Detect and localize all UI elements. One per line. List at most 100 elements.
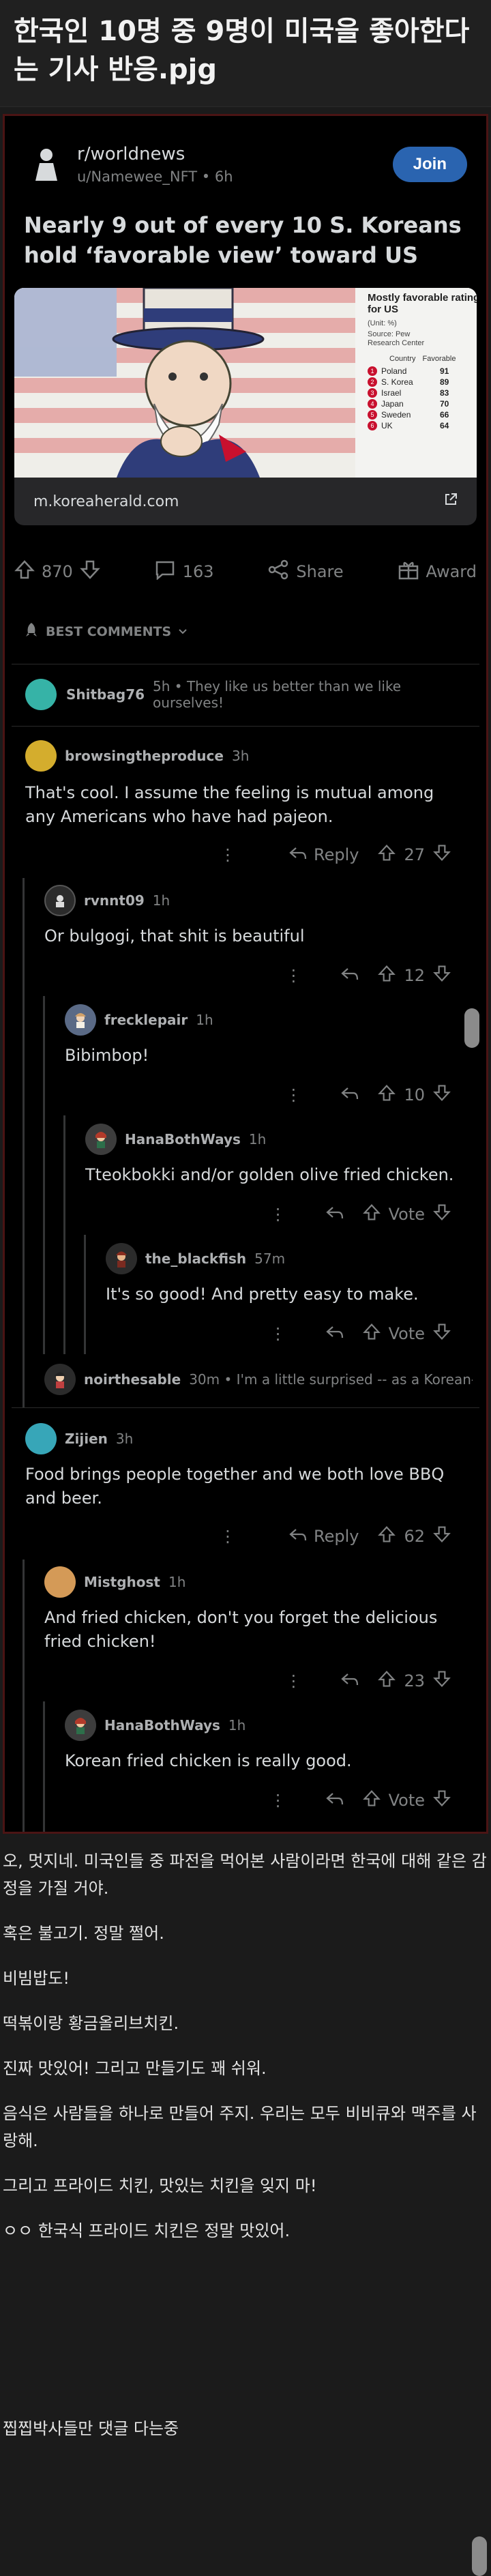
- comment-author[interactable]: the_blackfish: [145, 1250, 246, 1267]
- thread-line[interactable]: [23, 1560, 25, 1701]
- comment-author[interactable]: frecklepair: [104, 1012, 188, 1028]
- comment-collapsed[interactable]: noirthesable 30m • I'm a little surprise…: [5, 1354, 486, 1407]
- downvote-icon[interactable]: [433, 1789, 451, 1811]
- comment-body: And fried chicken, don't you forget the …: [44, 1608, 438, 1651]
- upvote-icon[interactable]: [362, 1789, 381, 1811]
- comment-author[interactable]: HanaBothWays: [104, 1717, 220, 1733]
- avatar[interactable]: [44, 1364, 76, 1395]
- downvote-icon[interactable]: [79, 559, 100, 584]
- reddit-post-title[interactable]: Nearly 9 out of every 10 S. Koreans hold…: [5, 187, 486, 281]
- article-thumbnail[interactable]: Mostly favorable ratings for US (Unit: %…: [14, 288, 477, 478]
- thread-line[interactable]: [63, 1115, 65, 1235]
- comment-author[interactable]: Mistghost: [84, 1574, 160, 1590]
- chart-row: 6 UK 64: [368, 420, 477, 431]
- thread-line[interactable]: [23, 996, 25, 1115]
- thread-line[interactable]: [23, 878, 25, 996]
- comments-button[interactable]: 163: [154, 559, 214, 584]
- award-icon: [398, 559, 419, 584]
- external-link-icon[interactable]: [444, 493, 458, 510]
- more-options-icon[interactable]: ⋮: [285, 966, 301, 985]
- share-button[interactable]: Share: [267, 559, 344, 584]
- comment-author[interactable]: noirthesable: [84, 1371, 181, 1388]
- avatar[interactable]: [85, 1124, 117, 1155]
- reply-icon[interactable]: [325, 1324, 344, 1343]
- avatar[interactable]: [25, 1423, 57, 1454]
- more-options-icon[interactable]: ⋮: [270, 1791, 286, 1810]
- upvote-icon[interactable]: [14, 559, 35, 584]
- comment-collapsed[interactable]: Shitbag76 5h • They like us better than …: [5, 664, 486, 726]
- avatar[interactable]: [25, 679, 57, 710]
- reply-icon[interactable]: [289, 1527, 307, 1546]
- thread-line[interactable]: [43, 1701, 45, 1832]
- comment-author[interactable]: rvnnt09: [84, 892, 145, 909]
- award-button[interactable]: Award: [398, 559, 477, 584]
- join-button[interactable]: Join: [392, 147, 467, 182]
- downvote-icon[interactable]: [433, 1525, 451, 1547]
- comment-age: 1h: [196, 1012, 213, 1028]
- downvote-icon[interactable]: [433, 1670, 451, 1692]
- link-preview-card[interactable]: Mostly favorable ratings for US (Unit: %…: [14, 288, 477, 525]
- comment-author[interactable]: browsingtheproduce: [65, 748, 224, 764]
- subreddit-icon[interactable]: [24, 142, 69, 187]
- downvote-icon[interactable]: [433, 1203, 451, 1225]
- comment-author[interactable]: Shitbag76: [66, 686, 145, 703]
- thread-line[interactable]: [23, 1354, 25, 1407]
- more-options-icon[interactable]: ⋮: [285, 1671, 301, 1690]
- scroll-handle[interactable]: [464, 1008, 479, 1048]
- more-options-icon[interactable]: ⋮: [285, 1085, 301, 1104]
- more-options-icon[interactable]: ⋮: [270, 1205, 286, 1224]
- downvote-icon[interactable]: [433, 1084, 451, 1106]
- avatar[interactable]: [44, 1566, 76, 1598]
- downvote-icon[interactable]: [433, 844, 451, 866]
- thread-line[interactable]: [43, 1115, 45, 1235]
- thread-line[interactable]: [63, 1235, 65, 1354]
- subreddit-name[interactable]: r/worldnews: [77, 144, 393, 164]
- chevron-down-icon: [178, 624, 188, 639]
- scroll-handle[interactable]: [472, 2536, 487, 2576]
- post-action-bar: 870 163 Share Award: [5, 525, 486, 610]
- avatar[interactable]: [65, 1710, 96, 1741]
- reply-button[interactable]: Reply: [314, 845, 359, 864]
- reply-icon[interactable]: [289, 845, 307, 864]
- reply-icon[interactable]: [325, 1791, 344, 1810]
- link-footer[interactable]: m.koreaherald.com: [14, 478, 477, 525]
- more-options-icon[interactable]: ⋮: [270, 1324, 286, 1343]
- thread-line[interactable]: [84, 1235, 86, 1354]
- thread-line[interactable]: [23, 1701, 25, 1832]
- avatar[interactable]: [65, 1004, 96, 1036]
- comment-actions: ⋮ Vote: [106, 1323, 466, 1345]
- upvote-icon[interactable]: [362, 1323, 381, 1345]
- upvote-icon[interactable]: [362, 1203, 381, 1225]
- chart-panel: Mostly favorable ratings for US (Unit: %…: [368, 292, 477, 431]
- link-domain[interactable]: m.koreaherald.com: [33, 493, 179, 510]
- upvote-icon[interactable]: [378, 1670, 396, 1692]
- chart-row: 2 S. Korea 89: [368, 377, 477, 387]
- thread-line[interactable]: [43, 996, 45, 1115]
- chart-header: Country Favorable: [368, 355, 477, 363]
- reply-icon[interactable]: [325, 1205, 344, 1224]
- thread-line[interactable]: [23, 1115, 25, 1235]
- upvote-icon[interactable]: [378, 844, 396, 866]
- thread-line[interactable]: [43, 1235, 45, 1354]
- avatar[interactable]: [44, 885, 76, 916]
- reply-icon[interactable]: [341, 1085, 359, 1104]
- avatar[interactable]: [106, 1243, 137, 1274]
- upvote-icon[interactable]: [378, 1525, 396, 1547]
- more-options-icon[interactable]: ⋮: [220, 1527, 236, 1546]
- post-author[interactable]: u/Namewee_NFT • 6h: [77, 169, 393, 185]
- upvote-icon[interactable]: [378, 1084, 396, 1106]
- thread-line[interactable]: [23, 1235, 25, 1354]
- downvote-icon[interactable]: [433, 965, 451, 986]
- more-options-icon[interactable]: ⋮: [220, 845, 236, 864]
- reply-icon[interactable]: [341, 966, 359, 985]
- reply-button[interactable]: Reply: [314, 1527, 359, 1546]
- comment-sort[interactable]: BEST COMMENTS: [5, 610, 486, 664]
- country-name: S. Korea: [381, 377, 413, 387]
- comment-body: That's cool. I assume the feeling is mut…: [25, 783, 434, 826]
- reply-icon[interactable]: [341, 1671, 359, 1690]
- downvote-icon[interactable]: [433, 1323, 451, 1345]
- avatar[interactable]: [25, 740, 57, 772]
- comment-author[interactable]: Zijien: [65, 1431, 108, 1447]
- comment-author[interactable]: HanaBothWays: [125, 1131, 241, 1147]
- upvote-icon[interactable]: [378, 965, 396, 986]
